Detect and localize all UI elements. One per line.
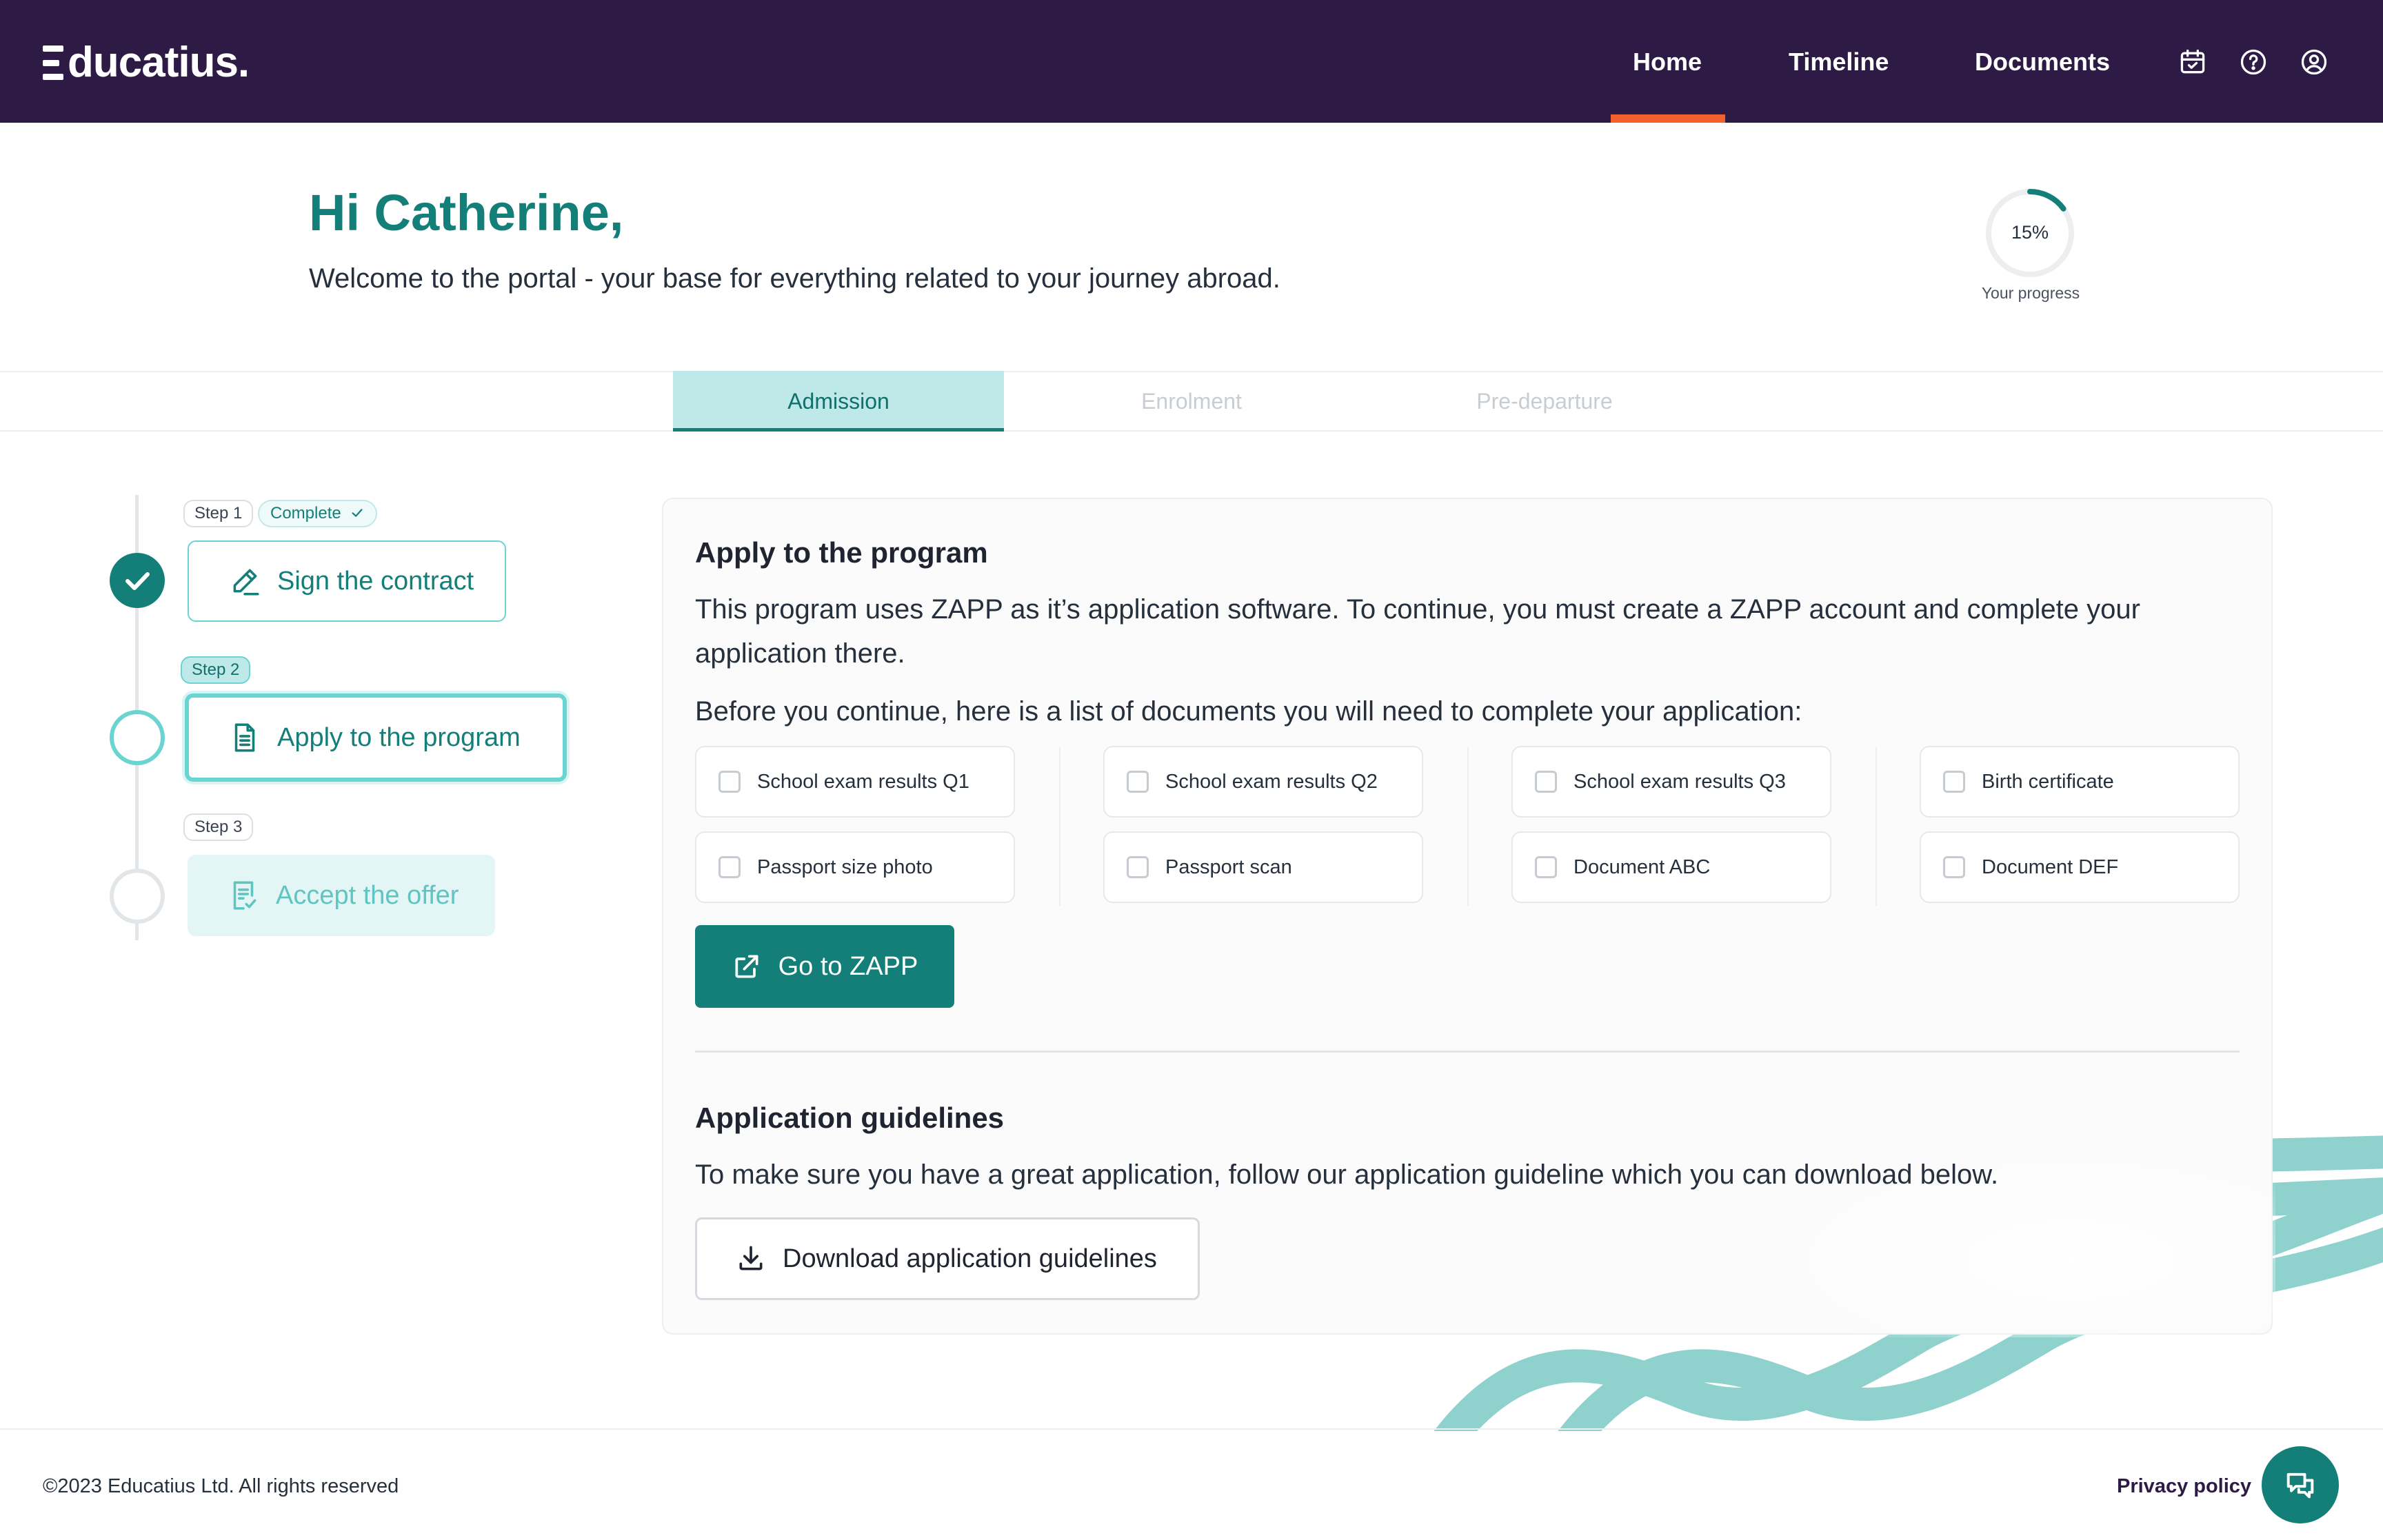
document-checkbox[interactable]	[718, 771, 741, 793]
go-to-zapp-label: Go to ZAPP	[778, 951, 918, 981]
document-checkbox[interactable]	[1943, 856, 1965, 878]
help-icon[interactable]	[2238, 47, 2269, 77]
document-checkbox[interactable]	[718, 856, 741, 878]
nav-timeline[interactable]: Timeline	[1789, 41, 1889, 83]
logo-e-mark	[43, 45, 63, 80]
check-icon	[352, 509, 363, 517]
document-checkbox[interactable]	[1943, 771, 1965, 793]
step-sign-contract[interactable]: Sign the contract	[188, 540, 506, 622]
document-label: Passport scan	[1165, 855, 1292, 878]
account-icon[interactable]	[2299, 47, 2329, 77]
document-icon	[234, 723, 255, 752]
tab-admission[interactable]: Admission	[673, 371, 1004, 432]
documents-intro: Before you continue, here is a list of d…	[695, 696, 1802, 727]
step-accept-offer[interactable]: Accept the offer	[188, 855, 495, 936]
top-navigation-bar: ducatius. Home Timeline Documents	[0, 0, 2383, 123]
guidelines-heading: Application guidelines	[695, 1102, 1005, 1134]
download-guidelines-button[interactable]: Download application guidelines	[695, 1217, 1200, 1300]
step-2-current-indicator	[110, 710, 165, 765]
progress-label: Your progress	[1981, 284, 2080, 302]
tab-enrolment[interactable]: Enrolment	[1026, 371, 1357, 432]
step-apply-program[interactable]: Apply to the program	[185, 693, 567, 782]
document-checklist-item[interactable]: Document ABC	[1511, 831, 1831, 903]
download-icon	[739, 1246, 763, 1270]
go-to-zapp-button[interactable]: Go to ZAPP	[695, 925, 954, 1008]
document-label: Passport size photo	[757, 855, 933, 878]
document-checklist-item[interactable]: School exam results Q2	[1103, 746, 1423, 818]
document-checkbox[interactable]	[1535, 856, 1557, 878]
download-guidelines-label: Download application guidelines	[783, 1244, 1157, 1273]
complete-badge: Complete	[258, 500, 378, 527]
welcome-text: Welcome to the portal - your base for ev…	[309, 263, 1280, 294]
apply-heading: Apply to the program	[695, 536, 988, 569]
document-label: Document ABC	[1573, 855, 1711, 878]
nav-active-indicator	[1611, 114, 1725, 123]
check-icon	[125, 572, 150, 590]
tab-pre-departure[interactable]: Pre-departure	[1379, 371, 1710, 432]
column-separator	[1467, 747, 1469, 906]
progress-value: 15%	[2011, 222, 2049, 243]
document-checkbox[interactable]	[1535, 771, 1557, 793]
step-1-tag: Step 1	[183, 500, 254, 527]
step-2-tag: Step 2	[181, 656, 251, 684]
document-checklist-item[interactable]: School exam results Q3	[1511, 746, 1831, 818]
complete-badge-label: Complete	[270, 504, 341, 523]
chat-icon	[2286, 1472, 2314, 1499]
document-checklist-item[interactable]: Passport size photo	[695, 831, 1015, 903]
copyright-text: ©2023 Educatius Ltd. All rights reserved	[43, 1475, 399, 1497]
document-label: Document DEF	[1982, 855, 2119, 878]
document-checklist-item[interactable]: Birth certificate	[1920, 746, 2240, 818]
document-label: School exam results Q1	[757, 770, 969, 793]
step-3-label: Accept the offer	[276, 880, 459, 910]
greeting-heading: Hi Catherine,	[309, 184, 624, 241]
step-3-tag: Step 3	[183, 813, 254, 841]
apply-intro: This program uses ZAPP as it’s applicati…	[695, 594, 2140, 669]
step-3-upcoming-indicator	[110, 869, 165, 924]
section-divider	[695, 1051, 2240, 1053]
document-checkbox[interactable]	[1127, 856, 1149, 878]
calendar-icon[interactable]	[2178, 47, 2208, 77]
step-2-label: Apply to the program	[277, 722, 521, 752]
column-separator	[1059, 747, 1060, 906]
document-checklist-item[interactable]: Document DEF	[1920, 831, 2240, 903]
footer-divider	[0, 1428, 2383, 1430]
document-checklist-item[interactable]: Passport scan	[1103, 831, 1423, 903]
nav-documents[interactable]: Documents	[1975, 41, 2110, 83]
document-label: Birth certificate	[1982, 770, 2114, 793]
column-separator	[1876, 747, 1877, 906]
pen-icon	[233, 569, 259, 596]
guidelines-text: To make sure you have a great applicatio…	[695, 1159, 1999, 1190]
educatius-logo[interactable]: ducatius.	[43, 39, 250, 86]
step-1-label: Sign the contract	[277, 566, 474, 596]
document-label: School exam results Q3	[1573, 770, 1786, 793]
logo-text: ducatius.	[68, 39, 250, 86]
document-checkbox[interactable]	[1127, 771, 1149, 793]
step-1-complete-indicator	[110, 553, 165, 608]
chat-button[interactable]	[2262, 1446, 2339, 1523]
external-link-icon	[735, 955, 758, 978]
privacy-policy-link[interactable]: Privacy policy	[2117, 1475, 2251, 1498]
document-check-icon	[233, 881, 257, 910]
document-checklist-item[interactable]: School exam results Q1	[695, 746, 1015, 818]
nav-home[interactable]: Home	[1633, 41, 1702, 83]
document-label: School exam results Q2	[1165, 770, 1378, 793]
